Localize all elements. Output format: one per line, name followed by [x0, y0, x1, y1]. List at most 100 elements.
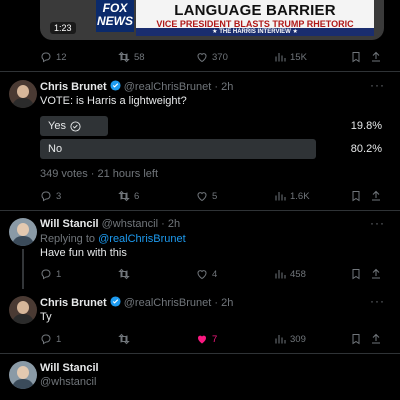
author-name[interactable]: Will Stancil	[40, 362, 99, 374]
like-count: 7	[212, 333, 218, 345]
tweet-time[interactable]: · 2h	[214, 297, 233, 309]
views-icon	[275, 53, 286, 62]
reply-count: 1	[56, 268, 62, 280]
tweet-header: Will Stancil @whstancil · 2h	[40, 218, 180, 230]
reply-icon	[41, 334, 51, 345]
bookmark-button[interactable]	[350, 190, 362, 202]
avatar[interactable]	[9, 361, 37, 389]
more-icon[interactable]: ···	[370, 294, 385, 308]
retweet-icon	[118, 268, 130, 280]
reply-icon	[41, 52, 51, 63]
like-button[interactable]: 370	[196, 51, 228, 63]
reply-icon	[41, 269, 51, 280]
share-button[interactable]	[370, 268, 382, 280]
reply-button[interactable]: 1	[40, 333, 61, 345]
author-handle[interactable]: @whstancil	[40, 376, 96, 388]
like-count: 5	[212, 190, 218, 202]
retweet-icon	[118, 51, 130, 63]
retweet-button[interactable]: 6	[118, 190, 139, 202]
share-icon	[372, 268, 380, 279]
verified-icon	[110, 80, 121, 91]
fox-news-logo: FOX NEWS	[96, 0, 134, 32]
author-name[interactable]: Chris Brunet	[40, 81, 107, 93]
verified-icon	[110, 296, 121, 307]
reply-count: 1	[56, 333, 62, 345]
video-thumbnail[interactable]: FOX NEWS LANGUAGE BARRIER VICE PRESIDENT…	[40, 0, 384, 40]
reply-icon	[41, 191, 51, 202]
poll-option-yes: Yes 19.8%	[40, 116, 384, 136]
bookmark-icon	[352, 334, 360, 345]
bookmark-button[interactable]	[350, 333, 362, 345]
tweet-time[interactable]: · 2h	[161, 218, 180, 230]
views-button[interactable]: 458	[274, 268, 306, 280]
share-icon	[372, 51, 380, 62]
retweet-icon	[118, 190, 130, 202]
avatar[interactable]	[9, 296, 37, 324]
retweet-icon	[118, 333, 130, 345]
poll-percent: 19.8%	[350, 120, 382, 132]
retweet-button[interactable]	[118, 333, 134, 345]
thread-line	[22, 249, 24, 289]
like-count: 4	[212, 268, 218, 280]
like-icon	[197, 53, 207, 63]
share-button[interactable]	[370, 51, 382, 63]
like-button[interactable]: 7	[196, 333, 217, 345]
views-button[interactable]: 309	[274, 333, 306, 345]
poll-percent: 80.2%	[350, 143, 382, 155]
avatar[interactable]	[9, 80, 37, 108]
reply-button[interactable]: 3	[40, 190, 61, 202]
poll-label-wrap: Yes	[48, 120, 81, 132]
divider	[0, 353, 400, 354]
share-icon	[372, 190, 380, 201]
share-button[interactable]	[370, 190, 382, 202]
like-icon	[197, 270, 207, 280]
like-count: 370	[212, 51, 228, 63]
poll-meta: 349 votes · 21 hours left	[40, 168, 159, 180]
reply-count: 3	[56, 190, 62, 202]
bookmark-button[interactable]	[350, 51, 362, 63]
check-circle-icon	[70, 120, 81, 132]
retweet-button[interactable]	[118, 268, 134, 280]
tweet-header: Chris Brunet @realChrisBrunet · 2h	[40, 80, 233, 93]
retweet-count: 6	[134, 190, 140, 202]
chyron-banner: LANGUAGE BARRIER VICE PRESIDENT BLASTS T…	[136, 0, 374, 36]
views-count: 1.6K	[290, 190, 310, 202]
author-handle[interactable]: @realChrisBrunet	[124, 81, 212, 93]
author-name[interactable]: Chris Brunet	[40, 297, 107, 309]
poll-option-no: No 80.2%	[40, 139, 384, 159]
video-duration: 1:23	[50, 22, 76, 34]
replying-prefix: Replying to	[40, 233, 96, 245]
more-icon[interactable]: ···	[370, 216, 385, 230]
tweet-text: Have fun with this	[40, 247, 127, 259]
views-button[interactable]: 15K	[274, 51, 307, 63]
chyron-headline: LANGUAGE BARRIER	[174, 2, 336, 19]
reply-button[interactable]: 1	[40, 268, 61, 280]
poll-label-wrap: No	[48, 143, 62, 155]
reply-button[interactable]: 12	[40, 51, 67, 63]
views-icon	[275, 335, 286, 344]
tweet-time[interactable]: · 2h	[214, 81, 233, 93]
author-handle[interactable]: @realChrisBrunet	[124, 297, 212, 309]
like-button[interactable]: 5	[196, 190, 217, 202]
divider	[0, 71, 400, 72]
tweet-text: Ty	[40, 311, 52, 323]
views-count: 15K	[290, 51, 307, 63]
like-button[interactable]: 4	[196, 268, 217, 280]
replying-to-link[interactable]: @realChrisBrunet	[98, 233, 186, 245]
more-icon[interactable]: ···	[370, 78, 385, 92]
retweet-button[interactable]: 58	[118, 51, 145, 63]
poll-label: Yes	[48, 120, 66, 132]
retweet-count: 58	[134, 51, 145, 63]
author-name-text[interactable]: Will Stancil	[40, 362, 99, 374]
bookmark-button[interactable]	[350, 268, 362, 280]
views-button[interactable]: 1.6K	[274, 190, 310, 202]
like-icon	[197, 192, 207, 202]
avatar[interactable]	[9, 218, 37, 246]
views-icon	[275, 192, 286, 201]
author-name[interactable]: Will Stancil	[40, 218, 99, 230]
replying-to: Replying to @realChrisBrunet	[40, 233, 186, 245]
author-handle[interactable]: @whstancil	[102, 218, 158, 230]
reply-count: 12	[56, 51, 67, 63]
poll-bar	[40, 139, 316, 159]
share-button[interactable]	[370, 333, 382, 345]
